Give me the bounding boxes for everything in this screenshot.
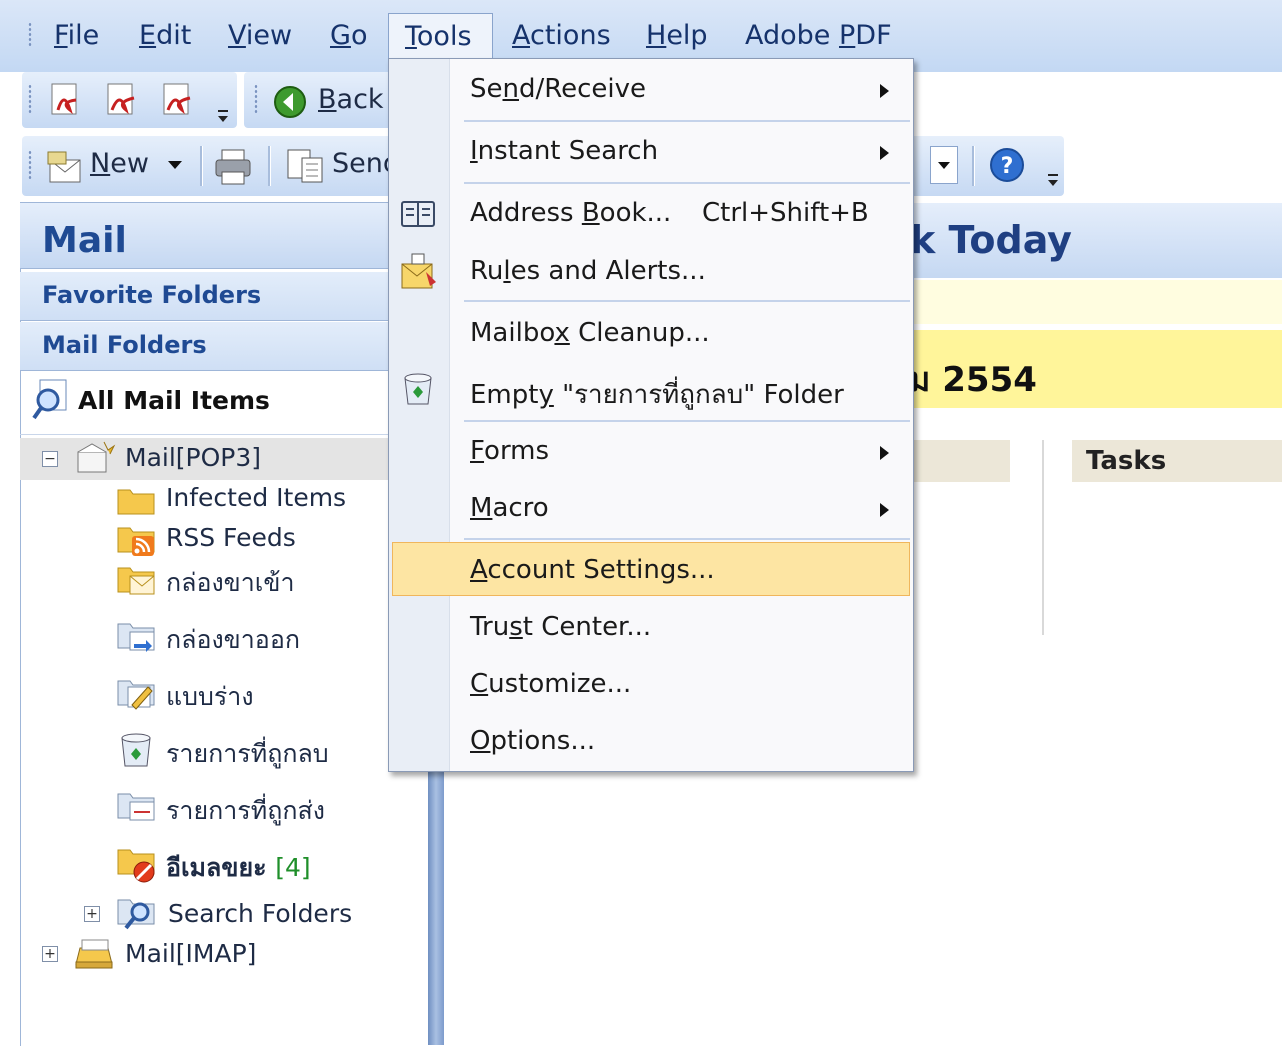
folder-infected-items[interactable]: Infected Items [166, 483, 346, 512]
folder-drafts[interactable]: แบบร่าง [166, 677, 254, 717]
expand-icon[interactable]: + [42, 946, 58, 962]
recycle-bin-icon [404, 373, 432, 405]
folder-search-folders[interactable]: Search Folders [168, 899, 352, 928]
menu-file[interactable]: File [40, 14, 113, 58]
folder-outbox[interactable]: กล่องขาออก [166, 620, 300, 660]
folder-inbox[interactable]: กล่องขาเข้า [166, 563, 294, 603]
folder-sent-items[interactable]: รายการที่ถูกส่ง [166, 791, 325, 831]
menu-item-empty-deleted-items[interactable]: Empty "รายการที่ถูกลบ" Folder [470, 374, 844, 415]
address-book-icon [401, 201, 435, 227]
inbox-icon [117, 567, 155, 595]
favorite-folders-header[interactable]: Favorite Folders [20, 272, 392, 321]
new-button[interactable]: New [90, 148, 149, 179]
menu-icon-gutter [389, 59, 450, 771]
menu-view[interactable]: View [214, 14, 306, 58]
expand-icon[interactable]: + [84, 906, 100, 922]
menu-item-account-settings[interactable]: Account Settings... [470, 555, 715, 585]
address-book-shortcut: Ctrl+Shift+B [702, 198, 869, 228]
junk-label: อีเมลขยะ [166, 853, 267, 882]
menu-item-send-receive[interactable]: Send/Receive [470, 74, 646, 104]
folder-rss-feeds[interactable]: RSS Feeds [166, 523, 296, 552]
menu-item-options[interactable]: Options... [470, 726, 595, 756]
menu-actions[interactable]: Actions [498, 14, 625, 58]
help-icon[interactable]: ? [988, 146, 1026, 184]
pdf-create-icon[interactable] [46, 80, 86, 120]
menu-go[interactable]: Go [316, 14, 381, 58]
submenu-arrow-icon [880, 84, 889, 98]
toolbar-options-icon[interactable] [1044, 164, 1064, 194]
menu-item-rules-and-alerts[interactable]: Rules and Alerts... [470, 256, 706, 286]
menu-separator [464, 120, 910, 122]
toolbar-separator [200, 146, 203, 186]
outlook-today-title: k Today [910, 218, 1072, 262]
print-icon[interactable] [212, 146, 254, 186]
back-button[interactable]: Back [318, 84, 384, 115]
submenu-arrow-icon [880, 503, 889, 517]
pdf-convert-icon[interactable] [102, 80, 142, 120]
menu-item-instant-search[interactable]: Instant Search [470, 136, 658, 166]
folder-icon [117, 489, 155, 515]
column-divider [1042, 440, 1044, 635]
menu-separator [464, 182, 910, 184]
menu-item-address-book[interactable]: Address Book... [470, 198, 671, 228]
pdf-attach-icon[interactable] [158, 80, 198, 120]
menubar-grip[interactable] [28, 22, 32, 48]
toolbar-grip[interactable] [28, 150, 32, 180]
submenu-arrow-icon [880, 446, 889, 460]
unread-count: [4] [275, 853, 311, 882]
drafts-icon [117, 680, 155, 710]
chevron-down-icon [938, 162, 950, 169]
search-folder-icon [117, 899, 155, 930]
magnifier-icon [32, 379, 67, 420]
rss-icon [117, 527, 155, 556]
toolbar-options-icon[interactable] [214, 100, 234, 130]
menu-edit[interactable]: Edit [125, 14, 205, 58]
toolbar-separator [972, 146, 975, 186]
folder-mail-pop3[interactable]: Mail[POP3] [125, 443, 261, 472]
send-button[interactable]: Send [332, 148, 390, 179]
mailbox-stack-icon [75, 939, 113, 969]
menu-item-trust-center[interactable]: Trust Center... [470, 612, 651, 642]
menu-item-mailbox-cleanup[interactable]: Mailbox Cleanup... [470, 318, 710, 348]
all-mail-items-label: All Mail Items [78, 386, 270, 415]
mailbox-icon [77, 441, 116, 473]
svg-text:?: ? [1001, 154, 1014, 179]
toolbar-row1-right [914, 72, 1278, 128]
mail-folders-header[interactable]: Mail Folders [20, 322, 392, 371]
recycle-bin-icon [121, 733, 151, 767]
send-receive-icon[interactable] [284, 146, 326, 186]
today-date: ม 2554 [908, 360, 1037, 400]
pane-title: Mail [42, 220, 127, 261]
menu-separator [464, 300, 910, 302]
menu-separator [464, 420, 910, 422]
menu-tools[interactable]: Tools [388, 13, 493, 60]
new-mail-icon[interactable] [44, 146, 84, 186]
calendar-column-header [905, 440, 1010, 482]
favorite-folders-label: Favorite Folders [42, 281, 262, 309]
sent-items-icon [117, 793, 155, 821]
menu-item-customize[interactable]: Customize... [470, 669, 631, 699]
chevron-down-icon[interactable] [166, 158, 184, 172]
mail-folders-label: Mail Folders [42, 331, 207, 359]
collapse-icon[interactable]: − [42, 451, 58, 467]
rules-icon [401, 253, 436, 289]
junk-mail-icon [117, 849, 155, 883]
menu-separator [464, 538, 910, 540]
folder-mail-imap[interactable]: Mail[IMAP] [125, 939, 256, 968]
folder-deleted-items[interactable]: รายการที่ถูกลบ [166, 734, 329, 774]
menu-item-macro[interactable]: Macro [470, 493, 549, 523]
toolbar-grip[interactable] [254, 84, 258, 114]
toolbar-separator [268, 146, 271, 186]
submenu-arrow-icon [880, 146, 889, 160]
menu-item-forms[interactable]: Forms [470, 436, 549, 466]
outbox-icon [117, 623, 155, 652]
back-arrow-icon[interactable] [272, 84, 308, 120]
toolbar-grip[interactable] [28, 84, 32, 114]
search-dropdown[interactable] [930, 146, 958, 184]
tasks-label[interactable]: Tasks [1086, 446, 1166, 476]
menu-adobe-pdf[interactable]: Adobe PDF [731, 14, 906, 58]
folder-junk-email[interactable]: อีเมลขยะ [4] [166, 848, 311, 888]
menu-help[interactable]: Help [632, 14, 722, 58]
